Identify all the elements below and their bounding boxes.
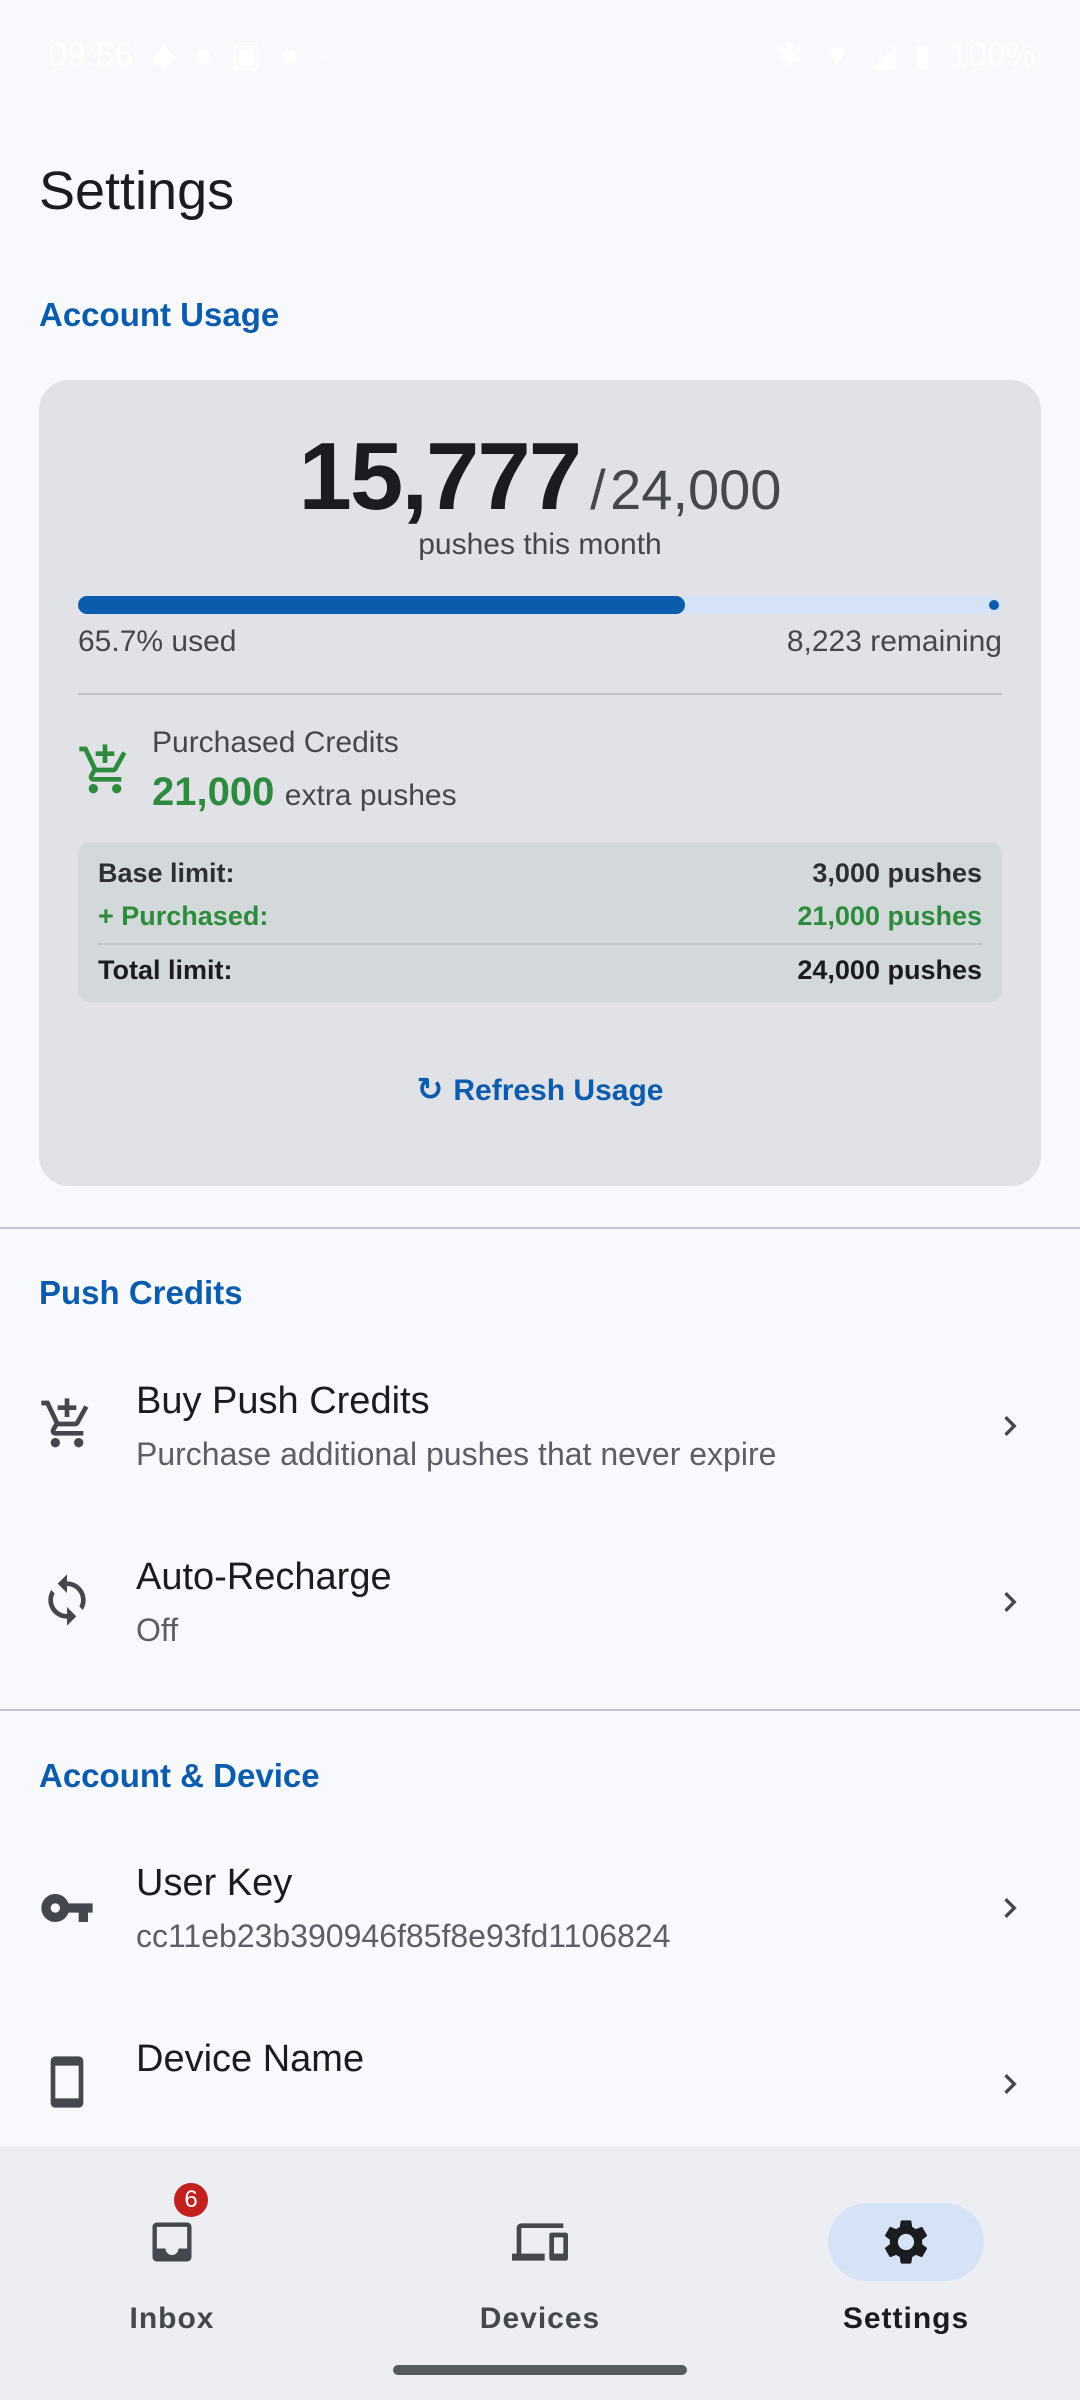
buy-push-credits-item[interactable]: Buy Push Credits Purchase additional pus… <box>0 1340 1080 1510</box>
device-name-title: Device Name <box>136 2038 365 2080</box>
nav-inbox-label: Inbox <box>129 2302 215 2335</box>
nav-devices[interactable]: Devices <box>440 2174 640 2335</box>
refresh-usage-button[interactable]: ↻ Refresh Usage <box>39 1070 1041 1108</box>
calendar-icon: ▣ <box>231 37 262 73</box>
bluetooth-icon: ✱ <box>776 37 804 73</box>
inbox-badge: 6 <box>171 2180 211 2220</box>
chevron-right-icon <box>1004 2074 1017 2094</box>
chevron-right-icon <box>1004 1898 1017 1918</box>
dot-icon: · <box>316 37 328 73</box>
base-limit-row: Base limit: 3,000 pushes <box>98 858 982 889</box>
info-icon: ● <box>193 37 214 73</box>
buy-push-credits-title: Buy Push Credits <box>136 1380 430 1422</box>
limit-breakdown: Base limit: 3,000 pushes + Purchased: 21… <box>78 842 1002 1002</box>
section-header-account-usage: Account Usage <box>39 296 280 333</box>
page-title: Settings <box>39 161 235 221</box>
phone-icon <box>50 2056 84 2108</box>
status-right: ✱ ▼ ◢ ▮ 100% <box>776 36 1036 75</box>
nav-settings[interactable]: Settings <box>806 2174 1006 2335</box>
usage-caption: pushes this month <box>418 528 662 561</box>
inbox-icon <box>152 2222 192 2262</box>
purchased-label: + Purchased: <box>98 901 269 931</box>
purchased-credits-amount: 21,000 <box>152 770 275 814</box>
user-key-title: User Key <box>136 1862 293 1904</box>
section-divider-2 <box>0 1709 1080 1711</box>
auto-recharge-item[interactable]: Auto-Recharge Off <box>0 1516 1080 1686</box>
signal-icon: ◢ <box>870 37 896 73</box>
nav-inbox-pill <box>94 2203 250 2281</box>
progress-end-dot <box>989 600 999 610</box>
total-limit-value: 24,000 pushes <box>797 955 982 985</box>
section-header-push-credits: Push Credits <box>39 1274 243 1311</box>
base-limit-value: 3,000 pushes <box>812 858 982 888</box>
home-indicator[interactable] <box>393 2365 687 2375</box>
auto-recharge-title: Auto-Recharge <box>136 1556 392 1598</box>
cart-add-icon <box>79 744 127 794</box>
user-key-item[interactable]: User Key cc11eb23b390946f85f8e93fd110682… <box>0 1822 1080 1992</box>
nav-inbox[interactable]: 6 Inbox <box>72 2174 272 2335</box>
battery-percent: 100% <box>949 35 1036 74</box>
key-icon <box>41 1894 93 1922</box>
status-left: 09:56 ◆ ● ▣ ● · <box>48 36 327 75</box>
total-limit-label: Total limit: <box>98 955 233 985</box>
breakdown-divider <box>98 943 982 945</box>
usage-separator: / <box>590 458 606 521</box>
info-icon-2: ● <box>279 37 299 73</box>
refresh-usage-label: Refresh Usage <box>453 1074 664 1107</box>
usage-summary: 15,777/ 24,000 <box>39 422 1041 532</box>
buy-push-credits-subtitle: Purchase additional pushes that never ex… <box>136 1436 777 1472</box>
battery-icon: ▮ <box>913 37 932 73</box>
total-limit-row: Total limit: 24,000 pushes <box>98 955 982 986</box>
status-time: 09:56 <box>48 35 134 74</box>
purchased-credits-unit: extra pushes <box>284 779 457 812</box>
nav-devices-pill <box>462 2203 618 2281</box>
bottom-navigation: 6 Inbox Devices Settings <box>0 2146 1080 2400</box>
user-key-value: cc11eb23b390946f85f8e93fd1106824 <box>136 1918 671 1954</box>
purchased-credits-title: Purchased Credits <box>152 726 399 759</box>
nav-devices-label: Devices <box>479 2302 601 2335</box>
chevron-right-icon <box>1004 1416 1017 1436</box>
wifi-icon: ▼ <box>821 37 853 73</box>
nav-settings-label: Settings <box>842 2302 970 2335</box>
purchased-credits-amount-row: 21,000 extra pushes <box>152 770 457 815</box>
base-limit-label: Base limit: <box>98 858 235 888</box>
section-header-account-device: Account & Device <box>39 1757 320 1794</box>
card-divider <box>78 693 1002 695</box>
auto-recharge-status: Off <box>136 1612 179 1648</box>
gear-icon <box>884 2220 928 2264</box>
section-divider <box>0 1227 1080 1229</box>
usage-used: 15,777 <box>298 423 583 530</box>
usage-remaining: 8,223 remaining <box>786 625 1002 658</box>
sync-icon <box>48 1574 86 1626</box>
notification-icon: ◆ <box>151 37 176 73</box>
purchased-row: + Purchased: 21,000 pushes <box>98 901 982 932</box>
usage-limit: 24,000 <box>610 458 782 521</box>
usage-progress-bar <box>78 596 1002 614</box>
purchased-value: 21,000 pushes <box>797 901 982 931</box>
cart-add-icon <box>41 1398 89 1448</box>
devices-icon <box>512 2223 568 2261</box>
usage-card: 15,777/ 24,000 pushes this month 65.7% u… <box>39 380 1041 1186</box>
usage-progress-fill <box>78 596 686 614</box>
nav-settings-pill <box>828 2203 984 2281</box>
device-name-item[interactable]: Device Name <box>0 1998 1080 2146</box>
chevron-right-icon <box>1004 1592 1017 1612</box>
status-bar: 09:56 ◆ ● ▣ ● · ✱ ▼ ◢ ▮ 100% <box>0 0 1080 110</box>
refresh-icon: ↻ <box>416 1071 444 1107</box>
usage-percent: 65.7% used <box>78 625 237 658</box>
